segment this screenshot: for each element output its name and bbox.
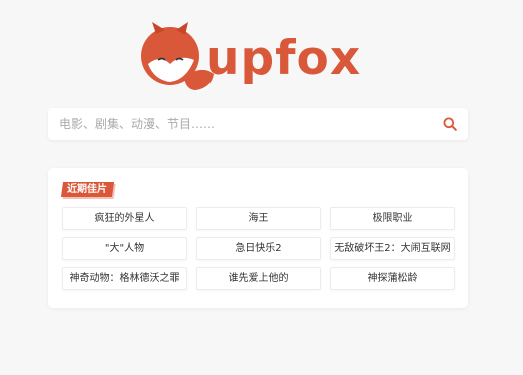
search-button[interactable] <box>432 108 468 140</box>
logo-text: upfox <box>206 31 362 86</box>
search-icon <box>443 117 457 131</box>
movie-item[interactable]: 极限职业 <box>330 207 455 230</box>
movie-item[interactable]: 海王 <box>196 207 321 230</box>
movie-item[interactable]: 神探蒲松龄 <box>330 267 455 290</box>
movie-item[interactable]: 急日快乐2 <box>196 237 321 260</box>
upfox-logo[interactable]: upfox <box>138 20 388 94</box>
recent-movies-title: 近期佳片 <box>60 182 115 197</box>
recent-movies-grid: 疯狂的外星人 海王 极限职业 "大"人物 急日快乐2 无敌破坏王2：大闹互联网 … <box>62 207 455 290</box>
search-input[interactable] <box>48 108 432 140</box>
recent-movies-panel: 近期佳片 疯狂的外星人 海王 极限职业 "大"人物 急日快乐2 无敌破坏王2：大… <box>48 168 468 308</box>
movie-item[interactable]: 谁先爱上他的 <box>196 267 321 290</box>
movie-item[interactable]: 疯狂的外星人 <box>62 207 187 230</box>
search-bar <box>48 108 468 140</box>
movie-item[interactable]: "大"人物 <box>62 237 187 260</box>
movie-item[interactable]: 无敌破坏王2：大闹互联网 <box>330 237 455 260</box>
movie-item[interactable]: 神奇动物：格林德沃之罪 <box>62 267 187 290</box>
